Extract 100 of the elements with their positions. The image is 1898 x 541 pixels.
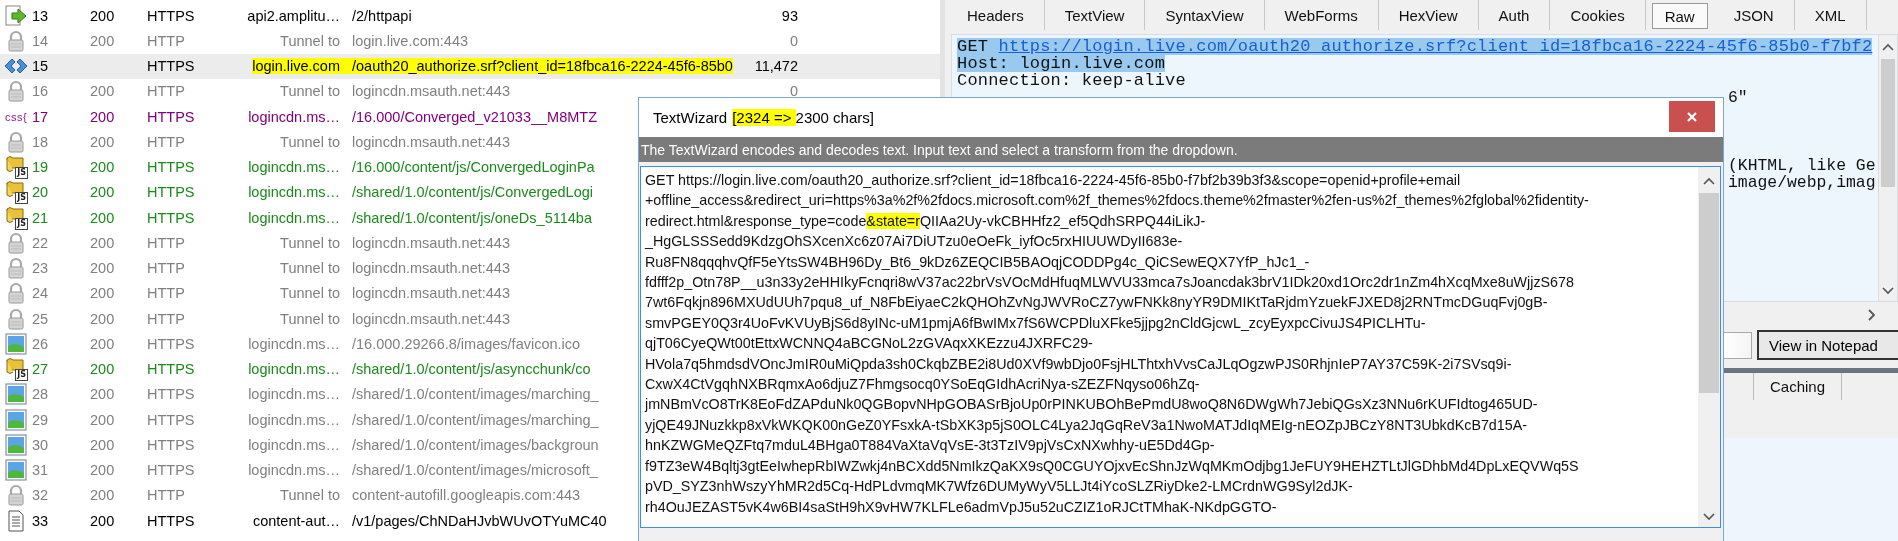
result-code: 200 [90,512,116,529]
host-cell: logincdn.ms… [248,159,340,176]
session-row[interactable]: 15 HTTPS login.live.com /oauth20_authorize.srf?client_id=18fbca16-2224-45f6-85b0 11,472 [0,53,940,79]
inspector-tab[interactable]: Raw [1651,3,1708,29]
host-cell: logincdn.ms… [248,436,340,453]
url-cell-text: /v1/pages/ChNDaHJvbWUvOTYuMC40 [351,512,607,529]
result-code: 200 [90,234,116,251]
padlock-icon [6,80,26,103]
row-number: 30 [32,436,50,453]
host-cell: logincdn.ms… [248,462,340,479]
text-line: GET https://login.live.com/oauth20_authorize.srf?client_id=18fbca16-2224-45f6-85b0-f7bf2b39b3f3&scope=openid+profile+email [645,171,1462,190]
protocol-cell-text: HTTPS [147,7,196,24]
text-line: yjQE49JNuzkkp8xVkWKQK00nGeZ0YFsxkA-tSbXK3p5jS0OLC4Lya2JqGqReV3a1NwoMATJdIqMEIg-nEOZpJBCzY8NT3UbkdKcB7d15A- [645,415,1528,435]
image-icon [5,459,27,482]
input-field[interactable] [1722,331,1752,359]
session-row[interactable]: 16 200 HTTP Tunnel to logincdn.msauth.net:443 0 [0,78,940,104]
scroll-right-icon [1868,309,1876,321]
host-cell: Tunnel to [280,32,340,49]
url-cell-text: /shared/1.0/content/js/oneDs_5114ba [351,209,592,226]
row-number: 14 [32,32,50,49]
url-cell-text: logincdn.msauth.net:443 [351,260,510,277]
row-number: 13 [32,7,50,24]
url-cell-text: /shared/1.0/content/images/backgroun [351,436,599,453]
row-number: 25 [32,310,50,327]
url-cell-text: logincdn.msauth.net:443 [351,133,510,150]
row-number: 20 [32,184,50,201]
inspector-tab[interactable]: Caching [1752,373,1842,400]
protocol-cell-text: HTTP [147,234,186,251]
host-cell: Tunnel to [280,285,340,302]
close-button[interactable] [1669,101,1715,132]
url-cell-text: /16.000/content/js/ConvergedLoginPa [351,159,595,176]
text-line: qjT06CyeQWt00tEttxWCNNQ4aBCGNoL2zGVAqxXKEzzu4JXRFC29- [645,334,1094,354]
url-cell-text: /16.000.29266.8/images/favicon.ico [351,335,581,352]
result-code: 200 [90,487,116,504]
result-code: 200 [90,184,116,201]
row-number: 15 [32,58,50,75]
scroll-down-icon [1882,287,1894,295]
protocol-cell-text: HTTP [147,487,186,504]
css-icon: css{ [4,110,28,123]
host-cell: login.live.com [252,58,340,75]
url-cell-text: logincdn.msauth.net:443 [351,83,510,100]
row-number: 18 [32,133,50,150]
url-cell-text: logincdn.msauth.net:443 [351,310,510,327]
dialog-title: TextWizard [653,109,728,126]
host-cell: Tunnel to [280,234,340,251]
image-icon [5,383,27,406]
text-line: HVola7q5hmdsdVOncJmIR0uMiQpda3sh0CkqbZBE2i8Ud0XVf9wbDjo0FsjHLThtxhVvsCaJLqOgzwPJS0RhjnIeP7AY37C59K-2i7SVsq9i- [645,354,1513,374]
result-code: 200 [90,335,116,352]
text-line: rh4OuJEZAST5vK4w6BI4saStH9hX9vHW7KLFLe6admVpJ5u52uCZIZ1oRJCtTMhaK-NKdpGGTO- [645,497,1278,517]
url-cell-text: logincdn.msauth.net:443 [351,285,510,302]
host-cell: Tunnel to [280,310,340,327]
text-line: hnKZWGMeQZFtq7mduL4BHga0T884VaXtaVqVsE-3t3TzIV9pjVsCxNXwhhy-uE5Dd4Gp- [645,436,1216,456]
url-cell-text: /shared/1.0/content/images/marching_ [351,411,599,428]
dialog-description: The TextWizard encodes and decodes text. Input text and select a transform from the dropdown. [641,141,1238,158]
view-in-notepad-button[interactable]: View in Notepad [1757,330,1898,360]
raw-line: image/webp,imag [1728,174,1877,191]
padlock-icon [6,29,26,52]
row-number: 16 [32,83,50,100]
result-code: 200 [90,159,116,176]
body-size: 93 [781,7,798,24]
text-line: +offline_access&redirect_uri=https%3a%2f%2fdocs.microsoft.com%2f_themes%2fdocs.theme%2fmaster%2fen-us%2f_themes%2fglobal%2fidentity- [645,191,1590,211]
result-code: 200 [90,209,116,226]
url-cell-text: /2/httpapi [351,7,412,24]
protocol-cell-text: HTTPS [147,108,196,125]
protocol-cell-text: HTTP [147,260,186,277]
protocol-cell-text: HTTPS [147,462,196,479]
protocol-cell-text: HTTP [147,83,186,100]
text-line: smvPGEY0Q3r4UoFvKVUyBjS6d8yINc-uM1pmjA6fBwIMx7fS6WCPDluXFke5jjpg2nCldGjcwL_zcyEyxpcCivuJS4PICLHTu- [645,313,1427,333]
host-cell: logincdn.ms… [248,184,340,201]
session-row[interactable]: 13 200 HTTPS api2.amplitu… /2/httpapi 93 [0,3,940,29]
session-row[interactable]: 14 200 HTTP Tunnel to login.live.com:443 0 [0,28,940,54]
text-line: pVD_SYZ3nhWszyYhMR2d5Cq-HdPLdvmqMK7Wfz6DUMyWyV5LLJt4iYcoSLZRiyDke2-LMCrdnWG9Syl2dJK- [645,477,1354,497]
protocol-cell-text: HTTPS [147,58,196,75]
url-cell-text: login.live.com:443 [351,32,469,49]
host-cell: logincdn.ms… [248,108,340,125]
arrow-document-icon [4,4,28,27]
row-number: 31 [32,462,50,479]
text-line: _HgGLSSSedd9KdzgOhSXcenXc6z07Ai7DiUTzu0eOeFk_iyfOc5rxHIUUWDyII683e- [645,232,1184,252]
protocol-cell-text: HTTP [147,285,186,302]
row-number: 33 [32,512,50,529]
row-number: 27 [32,361,50,378]
protocol-cell-text: HTTPS [147,159,196,176]
url-cell: /oauth20_authorize.srf?client_id=18fbca16-2224-45f6-85b0 [340,58,733,75]
host-cell: Tunnel to [280,260,340,277]
result-code: 200 [90,436,116,453]
result-code: 200 [90,133,116,150]
url-cell-text: content-autofill.googleapis.com:443 [351,487,581,504]
protocol-cell-text: HTTPS [147,512,196,529]
url-cell-text: /shared/1.0/content/js/ConvergedLogi [351,184,594,201]
result-code: 200 [90,108,116,125]
scrollbar-thumb[interactable] [1881,59,1895,187]
result-code: 200 [90,411,116,428]
scrollbar-thumb[interactable] [1699,193,1719,393]
row-number: 23 [32,260,50,277]
scroll-down-icon [1703,513,1715,521]
result-code: 200 [90,462,116,479]
row-number: 29 [32,411,50,428]
host-cell: logincdn.ms… [248,386,340,403]
host-cell: logincdn.ms… [248,209,340,226]
text-line: CxwX4CtVgqhNXBRqmxAo6djuZ7Fhmgsocq0YSoEqGIdhAcriNya-sZEZFNqyso06hZq- [645,375,1201,395]
